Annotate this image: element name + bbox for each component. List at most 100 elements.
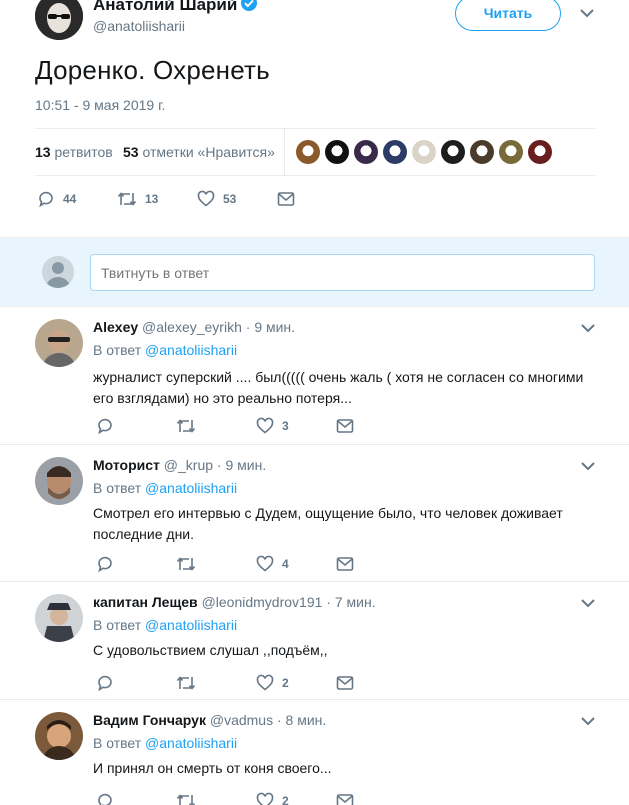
reply-action[interactable] xyxy=(96,674,176,692)
reply-count: 44 xyxy=(63,192,77,206)
liker-avatar[interactable] xyxy=(412,140,436,164)
reply-author-avatar[interactable] xyxy=(35,319,83,367)
reply-actions: 3 xyxy=(96,417,416,435)
reply-action[interactable]: 44 xyxy=(37,190,76,208)
direct-message-action[interactable] xyxy=(336,556,416,572)
author-handle[interactable]: @anatoliisharii xyxy=(93,18,185,34)
retweet-action[interactable] xyxy=(176,674,256,692)
retweet-action[interactable]: 13 xyxy=(117,190,158,208)
reply-time[interactable]: 8 мин. xyxy=(286,712,327,728)
reply-header: капитан Лещев @leonidmydrov191 · 7 мин. xyxy=(93,594,376,610)
liker-avatar[interactable] xyxy=(296,140,320,164)
reply-author-handle[interactable]: @alexey_eyrikh xyxy=(142,319,242,335)
reply-header: Вадим Гончарук @vadmus · 8 мин. xyxy=(93,712,326,728)
liker-avatar[interactable] xyxy=(354,140,378,164)
in-reply-to-link[interactable]: @anatoliisharii xyxy=(145,480,237,496)
reply-menu-chevron-down-icon[interactable] xyxy=(580,461,596,471)
direct-message-action[interactable] xyxy=(336,418,416,434)
stats-divider-top xyxy=(35,128,595,129)
reply-text: журналист суперский .... был((((( очень … xyxy=(93,369,584,406)
retweet-action[interactable] xyxy=(176,417,256,435)
in-reply-to: В ответ @anatoliisharii xyxy=(93,735,237,751)
reply-menu-chevron-down-icon[interactable] xyxy=(580,323,596,333)
reply-icon xyxy=(98,793,112,805)
reply-tweet[interactable]: Моторист @_krup · 9 мин. В ответ @anatol… xyxy=(0,445,629,582)
liker-avatar[interactable] xyxy=(528,140,552,164)
reply-author-handle[interactable]: @leonidmydrov191 xyxy=(202,594,323,610)
retweet-icon xyxy=(117,192,137,206)
in-reply-to-link[interactable]: @anatoliisharii xyxy=(145,735,237,751)
like-action[interactable]: 53 xyxy=(197,190,236,208)
reply-author-avatar[interactable] xyxy=(35,594,83,642)
reply-text: И принял он смерть от коня своего... xyxy=(93,760,332,776)
like-action[interactable]: 3 xyxy=(256,417,336,435)
reply-actions: 2 xyxy=(96,792,416,805)
retweet-icon xyxy=(176,794,196,805)
like-action[interactable]: 2 xyxy=(256,792,336,805)
liker-avatar[interactable] xyxy=(325,140,349,164)
reply-action[interactable] xyxy=(96,417,176,435)
like-count: 4 xyxy=(282,557,289,571)
in-reply-to-link[interactable]: @anatoliisharii xyxy=(145,617,237,633)
heart-icon xyxy=(256,555,274,572)
reply-author-avatar[interactable] xyxy=(35,712,83,760)
reply-time[interactable]: 9 мин. xyxy=(254,319,295,335)
like-count: 2 xyxy=(282,794,289,805)
reply-author-handle[interactable]: @_krup xyxy=(164,457,213,473)
direct-message-action[interactable] xyxy=(277,191,295,207)
reply-time[interactable]: 9 мин. xyxy=(225,457,266,473)
reply-actions: 4 xyxy=(96,555,416,573)
reply-action[interactable] xyxy=(96,555,176,573)
in-reply-to-link[interactable]: @anatoliisharii xyxy=(145,342,237,358)
reply-menu-chevron-down-icon[interactable] xyxy=(580,716,596,726)
like-action[interactable]: 4 xyxy=(256,555,336,573)
reply-tweet[interactable]: Alexey @alexey_eyrikh · 9 мин. В ответ @… xyxy=(0,307,629,445)
liker-avatar[interactable] xyxy=(383,140,407,164)
reply-time[interactable]: 7 мин. xyxy=(335,594,376,610)
author-name[interactable]: Анатолий Шарий xyxy=(93,0,258,15)
like-action[interactable]: 2 xyxy=(256,674,336,692)
reply-tweet[interactable]: капитан Лещев @leonidmydrov191 · 7 мин. … xyxy=(0,582,629,700)
reply-input[interactable] xyxy=(90,254,595,291)
likes-label: отметки «Нравится» xyxy=(142,144,275,160)
liker-avatar[interactable] xyxy=(499,140,523,164)
reply-header: Alexey @alexey_eyrikh · 9 мин. xyxy=(93,319,295,335)
in-reply-prefix: В ответ xyxy=(93,617,142,633)
retweet-icon xyxy=(176,557,196,571)
heart-icon xyxy=(197,190,215,207)
reply-menu-chevron-down-icon[interactable] xyxy=(580,598,596,608)
retweets-stat[interactable]: 13 ретвитов xyxy=(35,144,113,160)
tweet-timestamp[interactable]: 10:51 - 9 мая 2019 г. xyxy=(35,97,165,113)
liker-avatars xyxy=(296,140,552,164)
follow-button[interactable]: Читать xyxy=(455,0,561,31)
retweet-action[interactable] xyxy=(176,555,256,573)
retweet-icon xyxy=(176,419,196,433)
retweets-label: ретвитов xyxy=(54,144,113,160)
envelope-icon xyxy=(336,794,354,805)
reply-author-name[interactable]: Alexey xyxy=(93,319,138,335)
reply-icon xyxy=(98,418,112,435)
in-reply-to: В ответ @anatoliisharii xyxy=(93,342,237,358)
reply-author-name[interactable]: Моторист xyxy=(93,457,160,473)
reply-author-name[interactable]: капитан Лещев xyxy=(93,594,198,610)
direct-message-action[interactable] xyxy=(336,675,416,691)
envelope-icon xyxy=(336,419,354,433)
tweet-menu-chevron-down-icon[interactable] xyxy=(579,8,595,18)
reply-author-avatar[interactable] xyxy=(35,457,83,505)
reply-author-handle[interactable]: @vadmus xyxy=(210,712,273,728)
retweet-action[interactable] xyxy=(176,792,256,805)
direct-message-action[interactable] xyxy=(336,793,416,805)
envelope-icon xyxy=(336,557,354,571)
reply-action[interactable] xyxy=(96,792,176,805)
author-avatar[interactable] xyxy=(35,0,83,40)
separator-dot: · xyxy=(245,319,251,335)
author-name-text[interactable]: Анатолий Шарий xyxy=(93,0,237,14)
reply-author-name[interactable]: Вадим Гончарук xyxy=(93,712,206,728)
current-user-avatar[interactable] xyxy=(42,256,74,288)
like-count: 3 xyxy=(282,419,289,433)
reply-actions: 2 xyxy=(96,674,416,692)
reply-tweet[interactable]: Вадим Гончарук @vadmus · 8 мин. В ответ … xyxy=(0,700,629,805)
likes-stat[interactable]: 53 отметки «Нравится» xyxy=(123,144,275,160)
liker-avatar[interactable] xyxy=(441,140,465,164)
liker-avatar[interactable] xyxy=(470,140,494,164)
